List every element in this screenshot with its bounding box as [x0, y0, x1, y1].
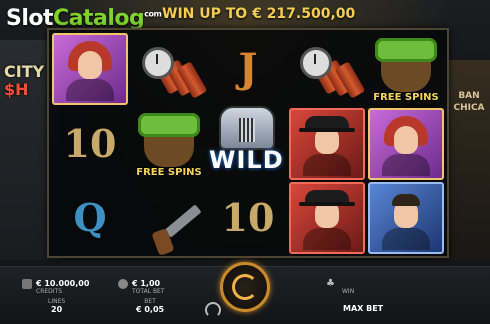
spin-button[interactable]: [220, 262, 270, 312]
watermark-suffix: com: [144, 9, 162, 19]
symbol-dynamite: [130, 32, 208, 105]
spin-icon: [232, 274, 258, 300]
bank-sign: BAN CHICA: [453, 91, 485, 113]
woman-portrait: [52, 32, 128, 105]
gangster-portrait: [289, 181, 365, 254]
bet-label: BET: [144, 298, 156, 305]
free-spins-label: FREE SPINS: [373, 92, 439, 103]
game-logo-line1: CITY: [4, 62, 45, 81]
chip-icon: [118, 279, 128, 289]
cash-stack-icon: [138, 113, 200, 137]
watermark-text-a: Slot: [6, 6, 54, 31]
gangster-portrait: [289, 107, 365, 180]
woman-portrait: [368, 107, 444, 180]
symbol-gangster: [288, 107, 366, 180]
clover-icon: ♣: [326, 278, 335, 289]
symbol-dynamite: [288, 32, 366, 105]
total-bet-value: € 1,00: [132, 279, 161, 288]
game-logo-line2: $H: [4, 80, 29, 99]
ten-symbol: 10: [221, 195, 275, 240]
win-label: WIN: [342, 288, 355, 295]
cash-stack-icon: [375, 38, 437, 62]
lines-label: LINES: [48, 298, 66, 305]
bet-value: € 0,05: [136, 305, 165, 314]
dynamite-icon: [292, 39, 366, 99]
lines-selector[interactable]: LINES 20: [48, 298, 65, 314]
symbol-woman: [367, 107, 445, 180]
symbol-ten: 10: [209, 181, 287, 254]
reel-grid: J FREE SPINS 10 FREE SPINS Q 10 WILD: [47, 28, 449, 258]
wallet-icon: [22, 279, 32, 289]
free-spins-label: FREE SPINS: [136, 167, 202, 178]
queen-symbol: Q: [73, 195, 107, 240]
game-logo: CITY $H: [0, 60, 48, 100]
lines-value: 20: [51, 305, 63, 314]
revolver-icon: [147, 198, 207, 258]
total-bet-label: TOTAL BET: [132, 288, 165, 295]
ten-symbol: 10: [63, 121, 117, 166]
symbol-queen: Q: [51, 181, 129, 254]
symbol-detective: [367, 181, 445, 254]
bet-selector[interactable]: BET € 0,05: [136, 298, 164, 314]
symbol-woman: [51, 32, 129, 105]
symbol-gangster: [288, 181, 366, 254]
symbol-free-spins: FREE SPINS: [130, 107, 208, 180]
car-icon: [219, 106, 275, 150]
win-up-to-banner: WIN UP TO € 217.500,00: [162, 6, 356, 22]
dynamite-icon: [134, 39, 208, 99]
symbol-free-spins: FREE SPINS: [367, 32, 445, 105]
autoplay-icon[interactable]: [205, 302, 221, 318]
symbol-wild: WILD: [209, 100, 284, 178]
symbol-ten: 10: [51, 107, 129, 180]
max-bet-button[interactable]: MAX BET: [343, 304, 383, 313]
credits-value: € 10.000,00: [36, 279, 90, 288]
symbol-jack: J: [209, 32, 287, 105]
detective-portrait: [368, 181, 444, 254]
jack-symbol: J: [238, 45, 258, 92]
credits-label: CREDITS: [36, 288, 63, 295]
wild-label: WILD: [209, 146, 284, 174]
